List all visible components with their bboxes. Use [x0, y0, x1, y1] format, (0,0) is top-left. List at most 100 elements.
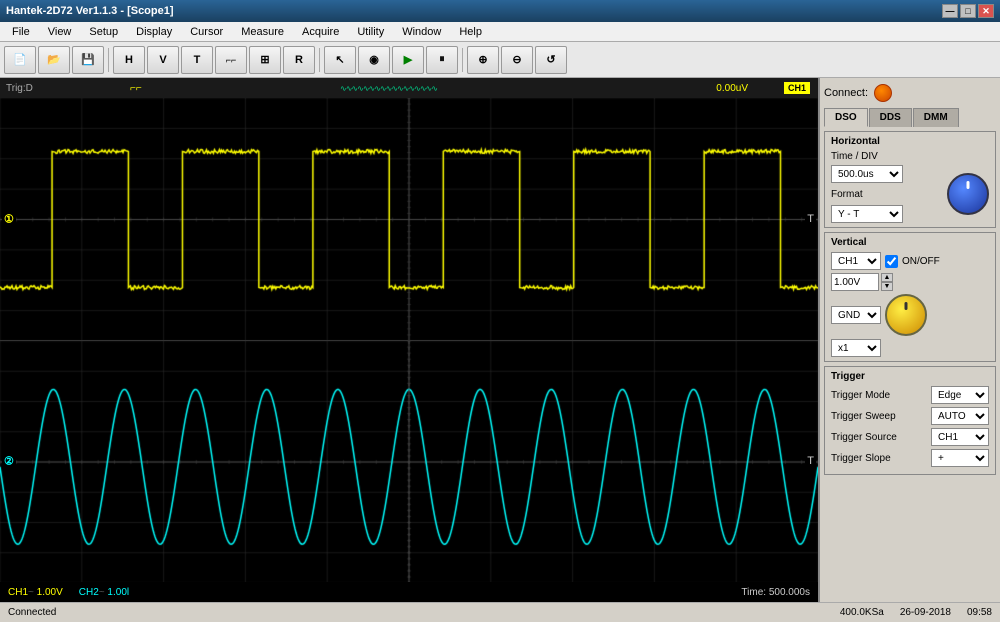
- probe-select[interactable]: x1x10x100: [831, 339, 881, 357]
- vertical-knob[interactable]: [885, 294, 927, 336]
- connect-label: Connect:: [824, 87, 868, 99]
- toolbar-sep3: [462, 48, 463, 72]
- toolbar-zoomin[interactable]: ⊕: [467, 46, 499, 74]
- menu-measure[interactable]: Measure: [233, 24, 292, 40]
- toolbar-v[interactable]: V: [147, 46, 179, 74]
- trig-source-select[interactable]: CH1CH2EXT: [931, 428, 989, 446]
- vertical-section: Vertical CH1CH2 ON/OFF ▲ ▼ GNDACDC: [824, 232, 996, 362]
- time-div-select[interactable]: 500.0us 100ns500ns1us 100us1ms10ms: [831, 165, 903, 183]
- trig-source-row: Trigger Source CH1CH2EXT: [831, 428, 989, 446]
- tab-group: DSO DDS DMM: [824, 108, 996, 127]
- toolbar-reset[interactable]: ↺: [535, 46, 567, 74]
- toolbar-r[interactable]: R: [283, 46, 315, 74]
- status-connected: Connected: [0, 607, 832, 618]
- toolbar-new[interactable]: 📄: [4, 46, 36, 74]
- trig-wave-indicator: ∿∿∿∿∿∿∿∿∿∿∿∿∿∿∿∿∿: [340, 84, 437, 93]
- time-div-knob-row: 500.0us 100ns500ns1us 100us1ms10ms Forma…: [831, 165, 989, 223]
- toolbar-save[interactable]: 💾: [72, 46, 104, 74]
- toolbar-zoomout[interactable]: ⊖: [501, 46, 533, 74]
- trigger-bar: Trig:D ⌐⌐ ∿∿∿∿∿∿∿∿∿∿∿∿∿∿∿∿∿ 0.00uV CH1: [0, 78, 818, 98]
- menu-window[interactable]: Window: [394, 24, 449, 40]
- trig-slope-row: Trigger Slope +-: [831, 449, 989, 467]
- status-right: 400.0KSa 26-09-2018 09:58: [832, 607, 1000, 618]
- trig-mode-select[interactable]: EdgePulseVideo: [931, 386, 989, 404]
- menu-help[interactable]: Help: [451, 24, 490, 40]
- trig-sweep-row: Trigger Sweep AUTONORMALSINGLE: [831, 407, 989, 425]
- ch2-bottom-label: CH2~ 1.00l: [79, 587, 129, 598]
- window-controls: — □ ✕: [942, 4, 994, 18]
- main-area: Trig:D ⌐⌐ ∿∿∿∿∿∿∿∿∿∿∿∿∿∿∿∿∿ 0.00uV CH1 ①…: [0, 78, 1000, 602]
- window-title: Hantek-2D72 Ver1.1.3 - [Scope1]: [6, 5, 942, 17]
- menu-setup[interactable]: Setup: [81, 24, 126, 40]
- volt-down-btn[interactable]: ▼: [881, 282, 893, 291]
- tab-dds[interactable]: DDS: [869, 108, 912, 127]
- toolbar-open[interactable]: 📂: [38, 46, 70, 74]
- ch-onoff-checkbox[interactable]: [885, 255, 898, 268]
- ch2-trig-marker: T: [805, 454, 816, 468]
- menu-acquire[interactable]: Acquire: [294, 24, 347, 40]
- ch2-canvas: [0, 341, 818, 583]
- menu-utility[interactable]: Utility: [349, 24, 392, 40]
- menu-bar: File View Setup Display Cursor Measure A…: [0, 22, 1000, 42]
- close-button[interactable]: ✕: [978, 4, 994, 18]
- status-bar: Connected 400.0KSa 26-09-2018 09:58: [0, 602, 1000, 622]
- format-select[interactable]: Y - TX - Y: [831, 205, 903, 223]
- trig-mode-row: Trigger Mode EdgePulseVideo: [831, 386, 989, 404]
- menu-display[interactable]: Display: [128, 24, 180, 40]
- onoff-label: ON/OFF: [902, 256, 940, 267]
- scope-channels: ① T ② T: [0, 98, 818, 582]
- maximize-button[interactable]: □: [960, 4, 976, 18]
- toolbar-target[interactable]: ◉: [358, 46, 390, 74]
- trig-indicator: ⌐⌐: [130, 83, 142, 94]
- toolbar-grid[interactable]: ⊞: [249, 46, 281, 74]
- scope-bottom-bar: CH1~ 1.00V CH2~ 1.00l Time: 500.000s: [0, 582, 818, 602]
- toolbar: 📄 📂 💾 H V T ⌐⌐ ⊞ R ↖ ◉ ▶ ⏸ ⊕ ⊖ ↺: [0, 42, 1000, 78]
- toolbar-cursor[interactable]: ↖: [324, 46, 356, 74]
- menu-cursor[interactable]: Cursor: [182, 24, 231, 40]
- menu-file[interactable]: File: [4, 24, 38, 40]
- time-readout-status: 09:58: [967, 607, 992, 618]
- ch1-waveform-display: ① T: [0, 98, 818, 341]
- horizontal-title: Horizontal: [831, 136, 989, 147]
- format-row: Format: [831, 189, 941, 200]
- connect-indicator: [874, 84, 892, 102]
- volt-input[interactable]: [831, 273, 879, 291]
- trigger-section: Trigger Trigger Mode EdgePulseVideo Trig…: [824, 366, 996, 475]
- time-div-label: Time / DIV: [831, 151, 878, 162]
- connect-row: Connect:: [824, 82, 996, 104]
- ch1-trig-marker: T: [805, 212, 816, 226]
- time-readout: Time: 500.000s: [741, 587, 810, 598]
- ch1-badge: CH1: [784, 82, 810, 94]
- trig-sweep-select[interactable]: AUTONORMALSINGLE: [931, 407, 989, 425]
- trig-label: Trig:D: [6, 83, 33, 94]
- menu-view[interactable]: View: [40, 24, 80, 40]
- scope-area: Trig:D ⌐⌐ ∿∿∿∿∿∿∿∿∿∿∿∿∿∿∿∿∿ 0.00uV CH1 ①…: [0, 78, 818, 602]
- coupling-select[interactable]: GNDACDC: [831, 306, 881, 324]
- trig-slope-label: Trigger Slope: [831, 453, 891, 464]
- horizontal-knob[interactable]: [947, 173, 989, 215]
- time-div-row: Time / DIV: [831, 151, 989, 162]
- volt-up-btn[interactable]: ▲: [881, 273, 893, 282]
- right-panel: Connect: DSO DDS DMM Horizontal Time / D…: [818, 78, 1000, 602]
- ch-select[interactable]: CH1CH2: [831, 252, 881, 270]
- toolbar-stop[interactable]: ⏸: [426, 46, 458, 74]
- ch1-voltage-readout: 0.00uV: [716, 83, 748, 94]
- toolbar-h[interactable]: H: [113, 46, 145, 74]
- toolbar-run[interactable]: ▶: [392, 46, 424, 74]
- toolbar-trig[interactable]: ⌐⌐: [215, 46, 247, 74]
- trigger-title: Trigger: [831, 371, 989, 382]
- trig-sweep-label: Trigger Sweep: [831, 411, 896, 422]
- tab-dmm[interactable]: DMM: [913, 108, 959, 127]
- ch2-ground-marker: ②: [2, 454, 16, 469]
- toolbar-sep2: [319, 48, 320, 72]
- toolbar-sep1: [108, 48, 109, 72]
- horizontal-section: Horizontal Time / DIV 500.0us 100ns500ns…: [824, 131, 996, 228]
- toolbar-t[interactable]: T: [181, 46, 213, 74]
- ch1-bottom-label: CH1~ 1.00V: [8, 587, 63, 598]
- date-readout: 26-09-2018: [900, 607, 951, 618]
- format-label: Format: [831, 189, 863, 200]
- ch2-waveform-display: ② T: [0, 341, 818, 583]
- minimize-button[interactable]: —: [942, 4, 958, 18]
- tab-dso[interactable]: DSO: [824, 108, 868, 127]
- trig-slope-select[interactable]: +-: [931, 449, 989, 467]
